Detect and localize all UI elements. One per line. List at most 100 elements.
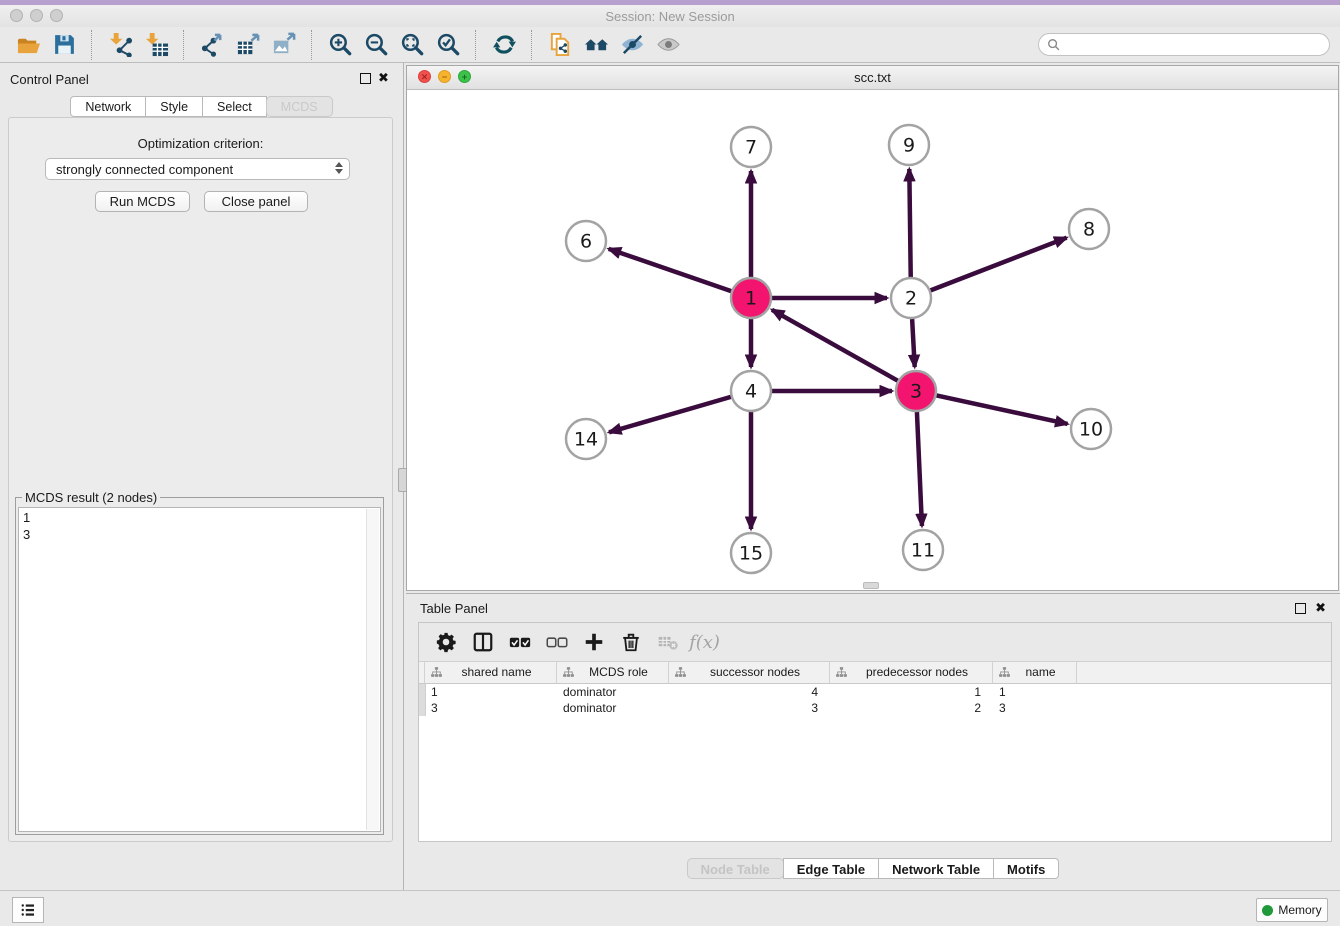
svg-text:1: 1: [745, 288, 757, 310]
export-table-icon[interactable]: [230, 30, 266, 60]
table-panel: Table Panel ✖ f(x) shared nameMCDS roles…: [406, 593, 1340, 889]
edge-2-3[interactable]: [912, 319, 915, 367]
zoom-out-icon[interactable]: [358, 30, 394, 60]
table-row[interactable]: 1dominator411: [419, 684, 1331, 700]
node-10[interactable]: 10: [1071, 409, 1111, 449]
close-panel-icon[interactable]: ✖: [378, 71, 389, 85]
delete-column-icon[interactable]: [612, 627, 649, 657]
save-session-icon[interactable]: [46, 30, 82, 60]
mcds-panel: Optimization criterion: strongly connect…: [8, 117, 393, 842]
network-window-titlebar[interactable]: ✕ − + scc.txt: [407, 66, 1338, 90]
add-column-icon[interactable]: [575, 627, 612, 657]
edge-3-10[interactable]: [937, 395, 1068, 423]
table-row[interactable]: 3dominator323: [419, 700, 1331, 716]
node-4[interactable]: 4: [731, 371, 771, 411]
refresh-network-icon[interactable]: [486, 30, 522, 60]
cell-MCDS-role[interactable]: dominator: [557, 684, 669, 700]
toolbar-separator: [183, 30, 185, 60]
close-panel-button[interactable]: Close panel: [204, 191, 308, 212]
table-toolbar: f(x): [419, 623, 1331, 662]
gear-icon[interactable]: [427, 627, 464, 657]
export-image-icon[interactable]: [266, 30, 302, 60]
show-panels-button[interactable]: [12, 897, 44, 923]
edge-3-1[interactable]: [772, 310, 898, 381]
column-header-predecessor-nodes[interactable]: predecessor nodes: [830, 662, 993, 683]
svg-text:7: 7: [745, 137, 757, 159]
node-6[interactable]: 6: [566, 221, 606, 261]
node-7[interactable]: 7: [731, 127, 771, 167]
column-header-successor-nodes[interactable]: successor nodes: [669, 662, 830, 683]
float-panel-icon[interactable]: [360, 73, 371, 84]
node-15[interactable]: 15: [731, 533, 771, 573]
column-header-MCDS-role[interactable]: MCDS role: [557, 662, 669, 683]
cell-MCDS-role[interactable]: dominator: [557, 700, 669, 716]
window-resize-handle[interactable]: [863, 582, 879, 589]
cell-shared-name[interactable]: 3: [425, 700, 557, 716]
zoom-in-icon[interactable]: [322, 30, 358, 60]
cell-predecessor-nodes[interactable]: 1: [830, 684, 993, 700]
node-14[interactable]: 14: [566, 419, 606, 459]
cell-name[interactable]: 1: [993, 684, 1077, 700]
tab-edge-table[interactable]: Edge Table: [783, 858, 879, 879]
tab-network-table[interactable]: Network Table: [878, 858, 994, 879]
mcds-result-item: 1: [23, 509, 376, 526]
close-table-panel-icon[interactable]: ✖: [1315, 601, 1326, 615]
zoom-selected-icon[interactable]: [430, 30, 466, 60]
node-2[interactable]: 2: [891, 278, 931, 318]
cell-successor-nodes[interactable]: 4: [669, 684, 830, 700]
open-file-icon[interactable]: [10, 30, 46, 60]
edge-1-6[interactable]: [609, 249, 731, 291]
cell-predecessor-nodes[interactable]: 2: [830, 700, 993, 716]
split-columns-icon[interactable]: [464, 627, 501, 657]
edge-3-11[interactable]: [917, 412, 922, 526]
select-all-checks-icon[interactable]: [501, 627, 538, 657]
control-panel-tabs: NetworkStyleSelectMCDS: [0, 96, 403, 117]
run-mcds-button[interactable]: Run MCDS: [95, 191, 190, 212]
node-1[interactable]: 1: [731, 278, 771, 318]
column-header-shared-name[interactable]: shared name: [425, 662, 557, 683]
tab-network[interactable]: Network: [70, 96, 146, 117]
memory-button[interactable]: Memory: [1256, 898, 1328, 922]
search-input[interactable]: [1066, 36, 1321, 53]
zoom-fit-icon[interactable]: [394, 30, 430, 60]
search-box[interactable]: [1038, 33, 1330, 56]
import-table-icon[interactable]: [138, 30, 174, 60]
import-network-icon[interactable]: [102, 30, 138, 60]
criterion-selected-value: strongly connected component: [56, 162, 233, 177]
tab-style[interactable]: Style: [145, 96, 203, 117]
edge-4-14[interactable]: [609, 397, 731, 432]
node-8[interactable]: 8: [1069, 209, 1109, 249]
cell-name[interactable]: 3: [993, 700, 1077, 716]
hide-selected-icon[interactable]: [614, 30, 650, 60]
tab-node-table[interactable]: Node Table: [687, 858, 784, 879]
edge-2-9[interactable]: [909, 169, 910, 277]
cell-successor-nodes[interactable]: 3: [669, 700, 830, 716]
svg-text:8: 8: [1083, 219, 1095, 241]
memory-status-icon: [1262, 905, 1273, 916]
show-all-icon[interactable]: [650, 30, 686, 60]
clone-network-icon[interactable]: [542, 30, 578, 60]
row-gutter: [419, 684, 426, 716]
column-header-filler: [1077, 662, 1331, 683]
first-neighbors-icon[interactable]: [578, 30, 614, 60]
tab-mcds[interactable]: MCDS: [266, 96, 333, 117]
cell-shared-name[interactable]: 1: [425, 684, 557, 700]
tab-motifs[interactable]: Motifs: [993, 858, 1059, 879]
criterion-select[interactable]: strongly connected component: [45, 158, 350, 180]
node-3[interactable]: 3: [896, 371, 936, 411]
edge-2-8[interactable]: [931, 238, 1067, 291]
tab-select[interactable]: Select: [202, 96, 267, 117]
network-title: scc.txt: [407, 70, 1338, 85]
export-network-icon[interactable]: [194, 30, 230, 60]
column-header-name[interactable]: name: [993, 662, 1077, 683]
node-11[interactable]: 11: [903, 530, 943, 570]
network-canvas[interactable]: 1 2 3 4 6 7 8 9 10 11 14 15: [407, 89, 1338, 590]
clear-checks-icon[interactable]: [538, 627, 575, 657]
svg-text:11: 11: [911, 540, 935, 562]
function-builder-icon: f(x): [686, 627, 723, 657]
result-scrollbar[interactable]: [366, 509, 379, 830]
toolbar-icon-strip: [10, 30, 686, 60]
float-table-panel-icon[interactable]: [1295, 603, 1306, 614]
node-9[interactable]: 9: [889, 125, 929, 165]
mcds-result-list[interactable]: 13: [18, 507, 381, 832]
